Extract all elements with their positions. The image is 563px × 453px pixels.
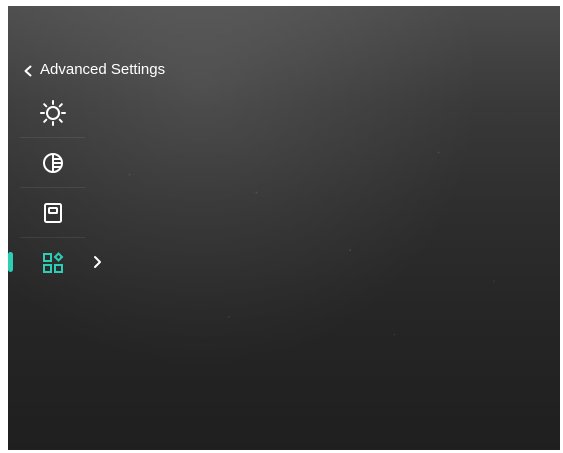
sun-icon [39,99,67,127]
back-label: Advanced Settings [40,61,166,78]
menu-item-more[interactable] [8,238,101,287]
back-button[interactable]: Advanced Settings [22,61,165,78]
active-indicator [8,252,13,272]
menu-item-contrast[interactable] [20,138,85,188]
chevron-left-icon [22,64,34,76]
menu-items [8,88,101,287]
menu-item-display[interactable] [20,188,85,238]
thermal-view: Advanced Settings [8,6,560,450]
advanced-settings-menu: Advanced Settings [8,6,188,450]
contrast-icon [39,149,67,177]
screen-icon [39,199,67,227]
menu-item-brightness[interactable] [20,88,85,138]
chevron-right-icon[interactable] [93,255,103,269]
function-grid-icon [39,249,67,277]
